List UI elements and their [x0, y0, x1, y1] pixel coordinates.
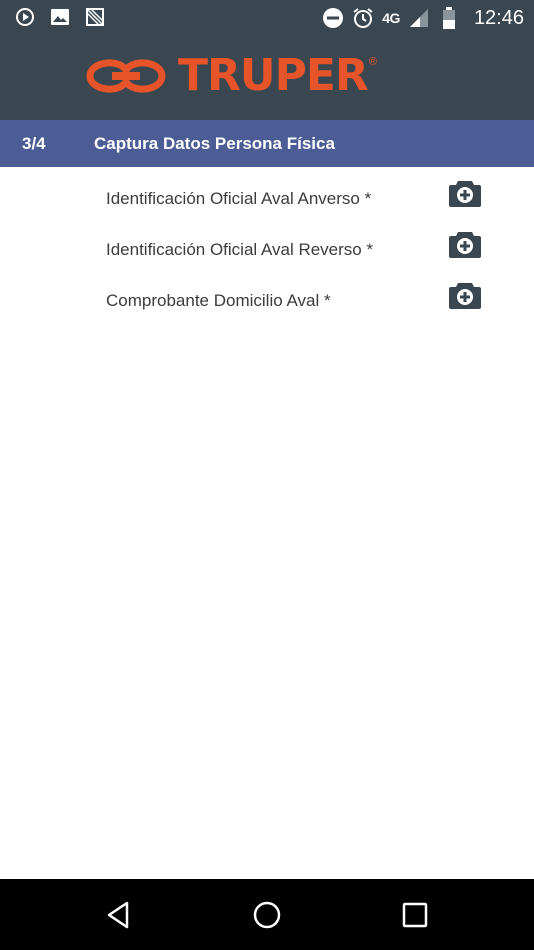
- document-row-id-back: Identificación Oficial Aval Reverso *: [0, 229, 534, 273]
- back-triangle-icon: [107, 901, 129, 929]
- status-bar: 4G 12:46: [0, 0, 534, 36]
- step-counter: 3/4: [22, 134, 46, 153]
- document-label: Comprobante Domicilio Aval *: [106, 291, 331, 310]
- home-circle-icon: [253, 901, 281, 929]
- registered-mark: ®: [368, 56, 377, 68]
- no-signal-icon: [84, 6, 106, 28]
- document-label: Identificación Oficial Aval Reverso *: [106, 240, 374, 259]
- recents-button[interactable]: [399, 899, 431, 931]
- capture-id-back-button[interactable]: [448, 229, 482, 259]
- camera-add-icon: [449, 283, 481, 309]
- do-not-disturb-icon: [322, 7, 344, 29]
- capture-proof-of-address-button[interactable]: [448, 280, 482, 310]
- capture-id-front-button[interactable]: [448, 178, 482, 208]
- network-type: 4G: [382, 10, 400, 26]
- status-notification-icons: [14, 6, 106, 28]
- truper-logo: TRUPER ®: [82, 54, 377, 98]
- document-label: Identificación Oficial Aval Anverso *: [106, 189, 372, 208]
- signal-strength-icon: [408, 7, 430, 29]
- system-nav-bar: [0, 879, 534, 950]
- step-title: Captura Datos Persona Física: [94, 134, 335, 153]
- home-button[interactable]: [251, 899, 283, 931]
- step-bar: 3/4 Captura Datos Persona Física: [0, 120, 534, 167]
- document-row-id-front: Identificación Oficial Aval Anverso *: [0, 178, 534, 222]
- play-store-icon: [14, 6, 36, 28]
- alarm-icon: [352, 7, 374, 29]
- brand-name: TRUPER: [178, 50, 369, 101]
- battery-icon: [438, 7, 460, 29]
- camera-add-icon: [449, 181, 481, 207]
- status-clock: 12:46: [473, 6, 524, 29]
- app-header: TRUPER ®: [0, 36, 534, 120]
- back-button[interactable]: [103, 899, 135, 931]
- camera-add-icon: [449, 232, 481, 258]
- document-row-proof-of-address: Comprobante Domicilio Aval *: [0, 280, 534, 324]
- truper-emblem-icon: [86, 59, 166, 93]
- recents-square-icon: [402, 902, 428, 928]
- status-system-icons: 4G 12:46: [322, 4, 524, 32]
- image-icon: [49, 6, 71, 28]
